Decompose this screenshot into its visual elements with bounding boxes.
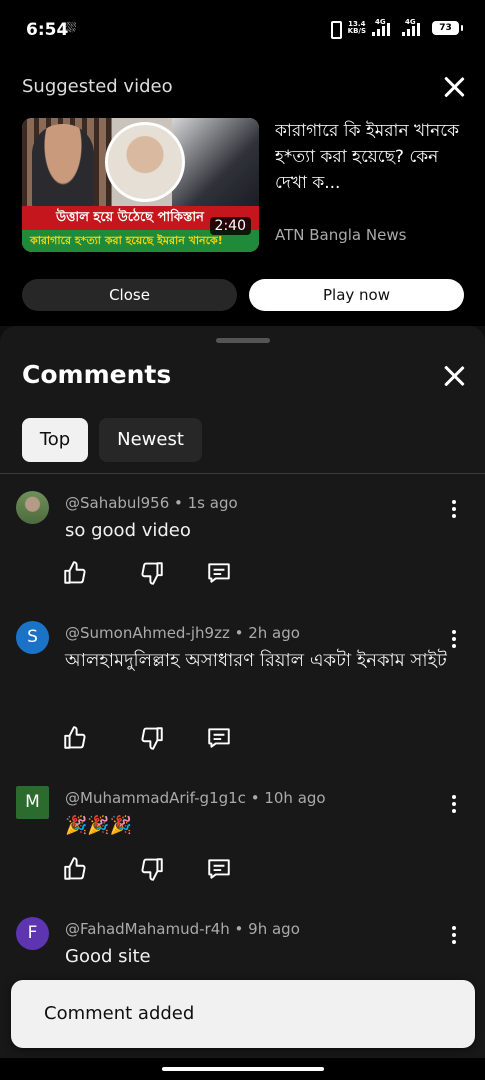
close-icon[interactable] [443,76,465,98]
status-icons: 13.4 KB/S 4G 4G 73 [327,18,463,39]
reply-icon[interactable] [206,725,232,751]
suggested-video-panel: Suggested video উত্তাল হয়ে উঠেছে পাকিস্… [0,60,485,326]
comment-time: 9h ago [248,920,300,938]
vibrate-icon [327,20,342,39]
filter-chip-newest[interactable]: Newest [99,418,202,462]
comment-author[interactable]: @SumonAhmed-jh9zz [65,624,230,642]
thumbs-down-icon[interactable] [139,560,165,586]
comment-meta: @Sahabul956 • 1s ago [65,494,238,512]
comment-author[interactable]: @FahadMahamud-r4h [65,920,230,938]
reply-icon[interactable] [206,560,232,586]
suggested-heading: Suggested video [22,76,173,97]
network-speed-unit: KB/S [347,27,366,35]
more-vertical-icon[interactable] [446,926,462,946]
system-nav-bar [0,1058,485,1080]
comment-author[interactable]: @MuhammadArif-g1g1c [65,789,246,807]
video-thumbnail[interactable]: উত্তাল হয়ে উঠেছে পাকিস্তান কারাগারে হ*ত… [22,118,259,252]
thumbs-up-icon[interactable] [62,856,88,882]
comment-text: আলহামদুলিল্লাহ অসাধারণ রিয়াল একটা ইনকাম… [65,650,447,671]
play-now-button[interactable]: Play now [249,279,464,311]
thumbs-down-icon[interactable] [139,725,165,751]
status-time: 6:54 [26,20,69,40]
thumbs-down-icon[interactable] [139,856,165,882]
avatar[interactable]: S [16,621,49,654]
thumbs-up-icon[interactable] [62,560,88,586]
battery-icon: 73 [432,21,463,35]
notification-icon: ⛆ [66,21,77,36]
drag-handle[interactable] [216,338,270,343]
suggested-channel-name[interactable]: ATN Bangla News [275,226,406,244]
comment-text: so good video [65,520,191,541]
filter-chip-top[interactable]: Top [22,418,88,462]
avatar[interactable]: M [16,786,49,819]
more-vertical-icon[interactable] [446,500,462,520]
signal-icon-1: 4G [372,18,396,36]
signal-icon-2: 4G [402,18,426,36]
comment-time: 1s ago [187,494,238,512]
reply-icon[interactable] [206,856,232,882]
network-speed: 13.4 KB/S [348,21,366,35]
comment-time: 2h ago [248,624,300,642]
home-gesture-bar[interactable] [162,1067,324,1071]
comment-time: 10h ago [264,789,326,807]
thumbnail-caption-2: কারাগারে হ*ত্যা করা হয়েছে ইমরান খানকে! [30,234,223,247]
more-vertical-icon[interactable] [446,795,462,815]
more-vertical-icon[interactable] [446,630,462,650]
avatar[interactable]: F [16,917,49,950]
thumbs-up-icon[interactable] [62,725,88,751]
avatar[interactable] [16,491,49,524]
toast-comment-added: Comment added [11,980,475,1048]
close-comments-icon[interactable] [443,365,465,387]
comment-meta: @MuhammadArif-g1g1c • 10h ago [65,789,326,807]
comments-sheet: Comments Top Newest @Sahabul956 • 1s ago… [0,326,485,1058]
comment-text: Good site [65,946,151,967]
suggested-video-title[interactable]: কারাগারে কি ইমরান খানকে হ*ত্যা করা হয়েছ… [275,118,467,196]
comment-meta: @FahadMahamud-r4h • 9h ago [65,920,300,938]
comment-meta: @SumonAhmed-jh9zz • 2h ago [65,624,300,642]
thumbnail-caption-1: উত্তাল হয়ে উঠেছে পাকিস্তান [56,210,204,225]
comments-title: Comments [22,360,172,389]
divider [0,473,485,474]
comment-author[interactable]: @Sahabul956 [65,494,169,512]
video-duration: 2:40 [209,217,251,235]
status-bar: 6:54 ⛆ 13.4 KB/S 4G 4G 73 [0,0,485,60]
comment-text: 🎉🎉🎉 [65,815,133,836]
close-button[interactable]: Close [22,279,237,311]
